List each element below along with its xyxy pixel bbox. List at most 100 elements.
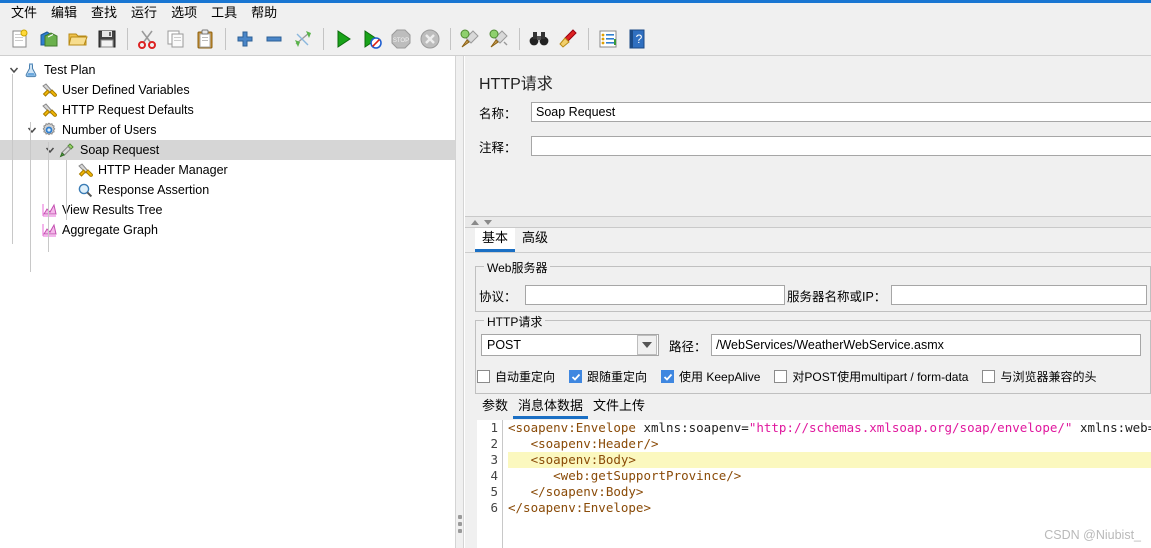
tab-advanced[interactable]: 高级	[515, 228, 555, 252]
body-tab-strip[interactable]: 参数 消息体数据 文件上传	[477, 397, 1151, 419]
tree-guide-line	[12, 74, 13, 244]
start-no-timers-icon[interactable]	[358, 25, 386, 53]
code-token-tag: </soapenv:Body>	[508, 484, 644, 499]
chevron-down-icon[interactable]	[637, 335, 657, 355]
checkbox-checked-icon[interactable]	[569, 370, 583, 383]
test-plan-tree-panel[interactable]: Test Plan User Defined Variables HTTP Requ…	[0, 56, 455, 548]
expand-plus-icon[interactable]	[231, 25, 259, 53]
tab-body-data[interactable]: 消息体数据	[513, 397, 589, 419]
tree-node[interactable]: Number of Users	[0, 120, 455, 140]
server-host-label: 服务器名称或IP：	[787, 289, 887, 304]
paste-clipboard-icon[interactable]	[191, 25, 219, 53]
comment-input[interactable]	[531, 136, 1151, 156]
scroll-down-icon[interactable]	[484, 219, 492, 225]
tree-node[interactable]: Test Plan	[0, 60, 455, 80]
auto-redirect-checkbox[interactable]: 自动重定向	[477, 368, 555, 385]
checkbox-unchecked-icon[interactable]	[477, 370, 490, 383]
tree-node[interactable]: View Results Tree	[0, 200, 455, 220]
menu-tools[interactable]: 工具	[204, 3, 244, 22]
panel-collapse-arrows[interactable]	[465, 216, 1151, 228]
save-icon[interactable]	[93, 25, 121, 53]
menu-run[interactable]: 运行	[124, 3, 164, 22]
reset-search-broom-icon[interactable]	[554, 25, 582, 53]
clear-broom-icon[interactable]	[456, 25, 484, 53]
shutdown-icon[interactable]	[416, 25, 444, 53]
tree-node-label: HTTP Header Manager	[98, 163, 228, 177]
page-title: HTTP请求	[479, 76, 553, 93]
toolbar-separator	[225, 27, 226, 50]
follow-redirects-checkbox[interactable]: 跟随重定向	[569, 368, 647, 385]
checkbox-unchecked-icon[interactable]	[982, 370, 996, 383]
checkbox-unchecked-icon[interactable]	[774, 370, 788, 383]
toolbar-separator	[127, 27, 128, 50]
menu-search[interactable]: 查找	[84, 3, 124, 22]
name-label: 名称：	[479, 106, 517, 121]
checkbox-label: 对POST使用multipart / form-data	[792, 370, 969, 384]
name-input[interactable]	[531, 102, 1151, 122]
tab-parameters[interactable]: 参数	[477, 397, 513, 419]
tree-guide-line	[66, 160, 67, 220]
function-helper-icon[interactable]	[594, 25, 622, 53]
tree-node-label: Test Plan	[44, 63, 96, 77]
chevron-down-icon[interactable]	[42, 142, 58, 158]
panel-splitter[interactable]	[455, 56, 464, 548]
protocol-input[interactable]	[525, 285, 785, 305]
code-line[interactable]: <web:getSupportProvince/>	[508, 468, 1151, 484]
tree-node-label: User Defined Variables	[62, 83, 190, 97]
code-line[interactable]: </soapenv:Body>	[508, 484, 1151, 500]
clear-all-broom-icon[interactable]	[485, 25, 513, 53]
stop-icon[interactable]: STOP	[387, 25, 415, 53]
assertion-magnifier-icon	[76, 181, 94, 199]
checkbox-label: 与浏览器兼容的头	[1000, 370, 1097, 384]
menu-bar: 文件 编辑 查找 运行 选项 工具 帮助	[0, 3, 1151, 22]
collapse-minus-icon[interactable]	[260, 25, 288, 53]
code-line[interactable]: <soapenv:Body>	[508, 452, 1151, 468]
server-host-input[interactable]	[891, 285, 1147, 305]
http-method-select[interactable]: POST	[481, 334, 659, 356]
multipart-checkbox[interactable]: 对POST使用multipart / form-data	[774, 368, 968, 385]
copy-icon[interactable]	[162, 25, 190, 53]
menu-edit[interactable]: 编辑	[44, 3, 84, 22]
tree-guide-line	[48, 142, 49, 252]
request-options-checkbox-row[interactable]: 自动重定向 跟随重定向 使用 KeepAlive 对POST使用multipart /…	[477, 368, 1110, 385]
tree-node[interactable]: User Defined Variables	[0, 80, 455, 100]
help-book-icon[interactable]: ?	[623, 25, 651, 53]
tree-node[interactable]: HTTP Header Manager	[0, 160, 455, 180]
code-line[interactable]: <soapenv:Header/>	[508, 436, 1151, 452]
menu-help[interactable]: 帮助	[244, 3, 284, 22]
menu-options[interactable]: 选项	[164, 3, 204, 22]
start-play-icon[interactable]	[329, 25, 357, 53]
thread-group-gear-icon	[40, 121, 58, 139]
toggle-enable-icon[interactable]	[289, 25, 317, 53]
code-line[interactable]: <soapenv:Envelope xmlns:soapenv="http://…	[508, 420, 1151, 436]
chevron-down-icon[interactable]	[6, 62, 22, 78]
path-label: 路径：	[669, 339, 707, 354]
tab-file-upload[interactable]: 文件上传	[588, 397, 650, 419]
tree-node[interactable]: Soap Request	[0, 140, 455, 160]
tab-basic[interactable]: 基本	[475, 228, 516, 252]
search-binoculars-icon[interactable]	[525, 25, 553, 53]
chevron-down-icon[interactable]	[24, 122, 40, 138]
templates-icon[interactable]	[35, 25, 63, 53]
checkbox-label: 自动重定向	[495, 370, 556, 384]
test-plan-tree[interactable]: Test Plan User Defined Variables HTTP Requ…	[0, 56, 455, 240]
code-line[interactable]: </soapenv:Envelope>	[508, 500, 1151, 516]
keepalive-checkbox[interactable]: 使用 KeepAlive	[661, 368, 760, 385]
tree-twisty-placeholder	[60, 182, 76, 198]
tab-strip-underline	[465, 252, 1151, 253]
tree-node[interactable]: HTTP Request Defaults	[0, 100, 455, 120]
main-tab-strip[interactable]: 基本 高级	[465, 228, 1151, 252]
path-input[interactable]	[711, 334, 1141, 356]
code-token-tag: <web:getSupportProvince/>	[508, 468, 742, 483]
cut-scissors-icon[interactable]	[133, 25, 161, 53]
new-file-icon[interactable]	[6, 25, 34, 53]
scroll-up-icon[interactable]	[471, 219, 479, 225]
checkbox-checked-icon[interactable]	[661, 370, 675, 383]
tree-node[interactable]: Aggregate Graph	[0, 220, 455, 240]
test-plan-flask-icon	[22, 61, 40, 79]
tree-node[interactable]: Response Assertion	[0, 180, 455, 200]
open-folder-icon[interactable]	[64, 25, 92, 53]
menu-file[interactable]: 文件	[4, 3, 44, 22]
code-token-str: "http://schemas.xmlsoap.org/soap/envelop…	[748, 420, 1073, 435]
browser-compatible-headers-checkbox[interactable]: 与浏览器兼容的头	[982, 368, 1096, 385]
